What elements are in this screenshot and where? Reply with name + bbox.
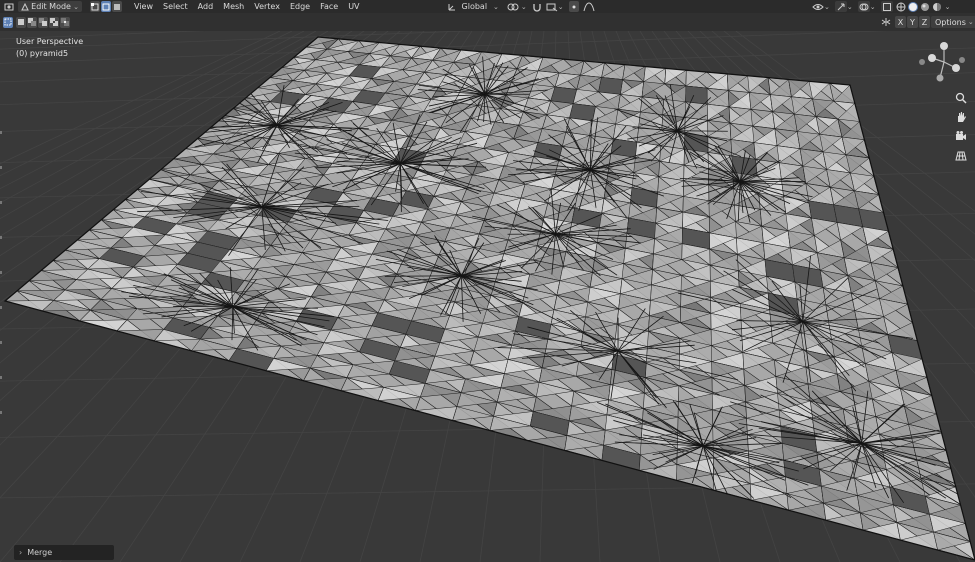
- shading-material-icon[interactable]: [920, 2, 930, 12]
- options-label: Options: [935, 17, 966, 27]
- mirror-z-toggle[interactable]: Z: [919, 16, 930, 28]
- menu-select[interactable]: Select: [163, 2, 188, 11]
- menu-vertex[interactable]: Vertex: [254, 2, 280, 11]
- select-box-icon[interactable]: [3, 16, 13, 28]
- chevron-down-icon: ⌄: [824, 2, 830, 11]
- chevron-down-icon: ⌄: [846, 2, 853, 11]
- 3d-viewport[interactable]: [0, 31, 975, 562]
- select-extend-icon[interactable]: [27, 16, 37, 28]
- edge-select-icon[interactable]: [101, 1, 111, 12]
- mirror-axis-icon: [880, 17, 892, 27]
- proportional-editing-icon[interactable]: [568, 1, 579, 12]
- edge-tick: [0, 201, 2, 204]
- menu-uv[interactable]: UV: [348, 2, 359, 11]
- viewport-header: Edit Mode ⌄ View Select Add Mesh Vertex …: [0, 0, 975, 13]
- edge-tick: [0, 341, 2, 344]
- transform-orientation-icon: [447, 2, 457, 12]
- vertex-select-icon[interactable]: [90, 1, 100, 12]
- operator-label: Merge: [27, 548, 53, 557]
- left-edge-markers: [0, 31, 3, 562]
- edge-tick: [0, 166, 2, 169]
- shading-wireframe-icon[interactable]: [896, 2, 906, 12]
- edit-mode-icon: [21, 2, 29, 11]
- face-select-icon[interactable]: [112, 1, 122, 12]
- mirror-x-toggle[interactable]: X: [895, 16, 906, 28]
- chevron-down-icon: ⌄: [967, 18, 974, 26]
- chevron-down-icon: ⌄: [944, 2, 951, 11]
- shading-rendered-icon[interactable]: [932, 2, 942, 12]
- grid-view-icon[interactable]: [952, 146, 970, 164]
- menu-edge[interactable]: Edge: [290, 2, 310, 11]
- select-intersect-icon[interactable]: [60, 16, 70, 28]
- view-name: User Perspective: [16, 37, 84, 46]
- edge-tick: [0, 271, 2, 274]
- orientation-label: Global: [461, 2, 488, 11]
- snap-icon[interactable]: [532, 2, 542, 12]
- hand-icon[interactable]: [952, 108, 970, 126]
- mirror-y-toggle[interactable]: Y: [907, 16, 918, 28]
- chevron-right-icon: ›: [19, 548, 23, 557]
- edge-tick: [0, 236, 2, 239]
- navigation-gizmo[interactable]: [918, 40, 968, 88]
- last-operator-panel[interactable]: › Merge: [14, 545, 114, 560]
- header-right-tools: ⌄ ⌄ ⌄ ⌄: [812, 1, 951, 12]
- edge-tick: [0, 131, 2, 134]
- edge-tick: [0, 376, 2, 379]
- edge-tick: [0, 306, 2, 309]
- tool-settings-bar: [0, 13, 975, 31]
- menu-mesh[interactable]: Mesh: [223, 2, 244, 11]
- zoom-icon[interactable]: [952, 89, 970, 107]
- chevron-down-icon: ⌄: [869, 2, 876, 11]
- menu-view[interactable]: View: [134, 2, 153, 11]
- select-new-icon[interactable]: [16, 16, 26, 28]
- viewport-info: User Perspective (0) pyramid5: [16, 36, 83, 60]
- select-mode-group: [90, 1, 122, 12]
- chevron-down-icon: ⌄: [493, 2, 499, 11]
- menu-add[interactable]: Add: [198, 2, 214, 11]
- pivot-point-icon[interactable]: [507, 2, 521, 12]
- mode-selector[interactable]: Edit Mode ⌄: [18, 1, 82, 12]
- chevron-down-icon: ⌄: [73, 2, 79, 11]
- camera-icon[interactable]: [952, 127, 970, 145]
- select-subtract-icon[interactable]: [38, 16, 48, 28]
- mode-label: Edit Mode: [31, 2, 71, 11]
- xray-icon[interactable]: [880, 1, 893, 12]
- select-invert-icon[interactable]: [49, 16, 59, 28]
- chevron-down-icon: ⌄: [557, 2, 564, 11]
- transform-orientation[interactable]: Global ⌄: [447, 2, 499, 12]
- shading-solid-icon[interactable]: [907, 1, 918, 12]
- options-dropdown[interactable]: Options ⌄: [931, 16, 975, 28]
- chevron-down-icon: ⌄: [520, 2, 527, 11]
- gizmo-toggle-icon[interactable]: [834, 1, 847, 12]
- visibility-icon[interactable]: [812, 2, 824, 12]
- overlays-icon[interactable]: [857, 1, 870, 12]
- editor-type-icon[interactable]: [4, 2, 14, 12]
- falloff-curve-icon[interactable]: [583, 1, 595, 12]
- menu-face[interactable]: Face: [320, 2, 338, 11]
- active-object-label: (0) pyramid5: [16, 49, 69, 58]
- edge-tick: [0, 411, 2, 414]
- snap-target-icon[interactable]: [546, 2, 558, 12]
